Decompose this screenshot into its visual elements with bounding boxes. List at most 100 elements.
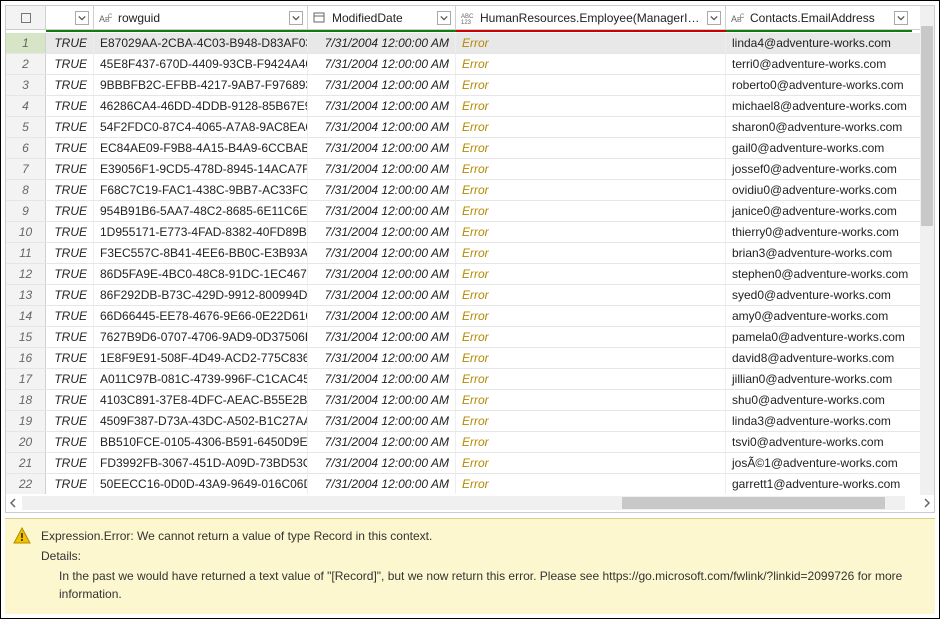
horizontal-scrollbar[interactable] xyxy=(6,494,934,512)
column-header-title[interactable]: ABC123 HumanResources.Employee(ManagerID… xyxy=(456,6,726,29)
hscroll-thumb[interactable] xyxy=(622,497,885,509)
cell-rowguid[interactable]: 54F2FDC0-87C4-4065-A7A8-9AC8EA624... xyxy=(94,117,308,137)
cell-bool[interactable]: TRUE xyxy=(46,369,94,389)
cell-rowguid[interactable]: 46286CA4-46DD-4DDB-9128-85B67E98D... xyxy=(94,96,308,116)
cell-modifieddate[interactable]: 7/31/2004 12:00:00 AM xyxy=(308,138,456,158)
table-row[interactable]: 18TRUE4103C891-37E8-4DFC-AEAC-B55E2BC1B.… xyxy=(6,390,934,411)
cell-rowguid[interactable]: BB510FCE-0105-4306-B591-6450D9EBF4... xyxy=(94,432,308,452)
cell-modifieddate[interactable]: 7/31/2004 12:00:00 AM xyxy=(308,180,456,200)
filter-dropdown[interactable] xyxy=(75,11,89,25)
table-row[interactable]: 20TRUEBB510FCE-0105-4306-B591-6450D9EBF4… xyxy=(6,432,934,453)
cell-email[interactable]: michael8@adventure-works.com xyxy=(726,96,912,116)
cell-email[interactable]: tsvi0@adventure-works.com xyxy=(726,432,912,452)
select-all-corner[interactable] xyxy=(6,6,46,29)
cell-title-error[interactable]: Error xyxy=(456,201,726,221)
cell-bool[interactable]: TRUE xyxy=(46,96,94,116)
cell-title-error[interactable]: Error xyxy=(456,285,726,305)
cell-email[interactable]: roberto0@adventure-works.com xyxy=(726,75,912,95)
cell-rowguid[interactable]: 1D955171-E773-4FAD-8382-40FD89BD5... xyxy=(94,222,308,242)
cell-modifieddate[interactable]: 7/31/2004 12:00:00 AM xyxy=(308,285,456,305)
table-row[interactable]: 22TRUE50EECC16-0D0D-43A9-9649-016C06DE8.… xyxy=(6,474,934,495)
cell-email[interactable]: garrett1@adventure-works.com xyxy=(726,474,912,494)
cell-title-error[interactable]: Error xyxy=(456,96,726,116)
cell-email[interactable]: david8@adventure-works.com xyxy=(726,348,912,368)
cell-rowguid[interactable]: 954B91B6-5AA7-48C2-8685-6E11C6E5C... xyxy=(94,201,308,221)
row-number[interactable]: 3 xyxy=(6,75,46,95)
table-row[interactable]: 12TRUE86D5FA9E-4BC0-48C8-91DC-1EC467418.… xyxy=(6,264,934,285)
cell-bool[interactable]: TRUE xyxy=(46,453,94,473)
cell-title-error[interactable]: Error xyxy=(456,306,726,326)
cell-modifieddate[interactable]: 7/31/2004 12:00:00 AM xyxy=(308,327,456,347)
cell-rowguid[interactable]: E87029AA-2CBA-4C03-B948-D83AF0313... xyxy=(94,33,308,53)
hscroll-track[interactable] xyxy=(22,496,905,510)
cell-title-error[interactable]: Error xyxy=(456,369,726,389)
cell-email[interactable]: jillian0@adventure-works.com xyxy=(726,369,912,389)
scroll-right-arrow[interactable] xyxy=(920,496,934,510)
cell-bool[interactable]: TRUE xyxy=(46,222,94,242)
table-row[interactable]: 2TRUE45E8F437-670D-4409-93CB-F9424A40D..… xyxy=(6,54,934,75)
cell-bool[interactable]: TRUE xyxy=(46,33,94,53)
cell-title-error[interactable]: Error xyxy=(456,54,726,74)
cell-email[interactable]: jossef0@adventure-works.com xyxy=(726,159,912,179)
column-header-email[interactable]: ABC Contacts.EmailAddress xyxy=(726,6,912,29)
cell-bool[interactable]: TRUE xyxy=(46,306,94,326)
vscroll-thumb[interactable] xyxy=(921,26,933,226)
cell-title-error[interactable]: Error xyxy=(456,390,726,410)
row-number[interactable]: 13 xyxy=(6,285,46,305)
row-number[interactable]: 8 xyxy=(6,180,46,200)
column-header-modifieddate[interactable]: ModifiedDate xyxy=(308,6,456,29)
cell-modifieddate[interactable]: 7/31/2004 12:00:00 AM xyxy=(308,411,456,431)
table-row[interactable]: 19TRUE4509F387-D73A-43DC-A502-B1C27AA1D.… xyxy=(6,411,934,432)
cell-email[interactable]: josÃ©1@adventure-works.com xyxy=(726,453,912,473)
table-row[interactable]: 16TRUE1E8F9E91-508F-4D49-ACD2-775C836030… xyxy=(6,348,934,369)
cell-title-error[interactable]: Error xyxy=(456,432,726,452)
cell-bool[interactable]: TRUE xyxy=(46,432,94,452)
table-row[interactable]: 17TRUEA011C97B-081C-4739-996F-C1CAC4532F… xyxy=(6,369,934,390)
cell-bool[interactable]: TRUE xyxy=(46,390,94,410)
filter-dropdown[interactable] xyxy=(437,11,451,25)
cell-rowguid[interactable]: 86D5FA9E-4BC0-48C8-91DC-1EC467418... xyxy=(94,264,308,284)
row-number[interactable]: 10 xyxy=(6,222,46,242)
filter-dropdown[interactable] xyxy=(707,11,721,25)
cell-rowguid[interactable]: F68C7C19-FAC1-438C-9BB7-AC33FCC34... xyxy=(94,180,308,200)
cell-modifieddate[interactable]: 7/31/2004 12:00:00 AM xyxy=(308,243,456,263)
table-row[interactable]: 3TRUE9BBBFB2C-EFBB-4217-9AB7-F976893288.… xyxy=(6,75,934,96)
cell-email[interactable]: gail0@adventure-works.com xyxy=(726,138,912,158)
cell-bool[interactable]: TRUE xyxy=(46,180,94,200)
row-number[interactable]: 2 xyxy=(6,54,46,74)
cell-title-error[interactable]: Error xyxy=(456,243,726,263)
cell-modifieddate[interactable]: 7/31/2004 12:00:00 AM xyxy=(308,474,456,494)
cell-modifieddate[interactable]: 7/31/2004 12:00:00 AM xyxy=(308,222,456,242)
table-row[interactable]: 11TRUEF3EC557C-8B41-4EE6-BB0C-E3B93AFF81… xyxy=(6,243,934,264)
table-row[interactable]: 21TRUEFD3992FB-3067-451D-A09D-73BD53C0F.… xyxy=(6,453,934,474)
cell-bool[interactable]: TRUE xyxy=(46,138,94,158)
cell-rowguid[interactable]: 45E8F437-670D-4409-93CB-F9424A40D... xyxy=(94,54,308,74)
cell-email[interactable]: terri0@adventure-works.com xyxy=(726,54,912,74)
row-number[interactable]: 14 xyxy=(6,306,46,326)
cell-rowguid[interactable]: 66D66445-EE78-4676-9E66-0E22D6109A... xyxy=(94,306,308,326)
cell-title-error[interactable]: Error xyxy=(456,474,726,494)
cell-modifieddate[interactable]: 7/31/2004 12:00:00 AM xyxy=(308,117,456,137)
cell-bool[interactable]: TRUE xyxy=(46,264,94,284)
cell-modifieddate[interactable]: 7/31/2004 12:00:00 AM xyxy=(308,201,456,221)
row-number[interactable]: 15 xyxy=(6,327,46,347)
table-row[interactable]: 1TRUEE87029AA-2CBA-4C03-B948-D83AF0313..… xyxy=(6,33,934,54)
cell-title-error[interactable]: Error xyxy=(456,159,726,179)
cell-email[interactable]: stephen0@adventure-works.com xyxy=(726,264,912,284)
row-number[interactable]: 22 xyxy=(6,474,46,494)
cell-title-error[interactable]: Error xyxy=(456,75,726,95)
cell-rowguid[interactable]: A011C97B-081C-4739-996F-C1CAC4532F... xyxy=(94,369,308,389)
cell-email[interactable]: amy0@adventure-works.com xyxy=(726,306,912,326)
cell-modifieddate[interactable]: 7/31/2004 12:00:00 AM xyxy=(308,432,456,452)
cell-bool[interactable]: TRUE xyxy=(46,54,94,74)
table-row[interactable]: 4TRUE46286CA4-46DD-4DDB-9128-85B67E98D..… xyxy=(6,96,934,117)
cell-modifieddate[interactable]: 7/31/2004 12:00:00 AM xyxy=(308,390,456,410)
filter-dropdown[interactable] xyxy=(894,11,908,25)
row-number[interactable]: 19 xyxy=(6,411,46,431)
column-header-bool[interactable] xyxy=(46,6,94,29)
cell-title-error[interactable]: Error xyxy=(456,33,726,53)
cell-bool[interactable]: TRUE xyxy=(46,285,94,305)
cell-rowguid[interactable]: FD3992FB-3067-451D-A09D-73BD53C0F... xyxy=(94,453,308,473)
cell-bool[interactable]: TRUE xyxy=(46,327,94,347)
table-row[interactable]: 7TRUEE39056F1-9CD5-478D-8945-14ACA7FBD..… xyxy=(6,159,934,180)
